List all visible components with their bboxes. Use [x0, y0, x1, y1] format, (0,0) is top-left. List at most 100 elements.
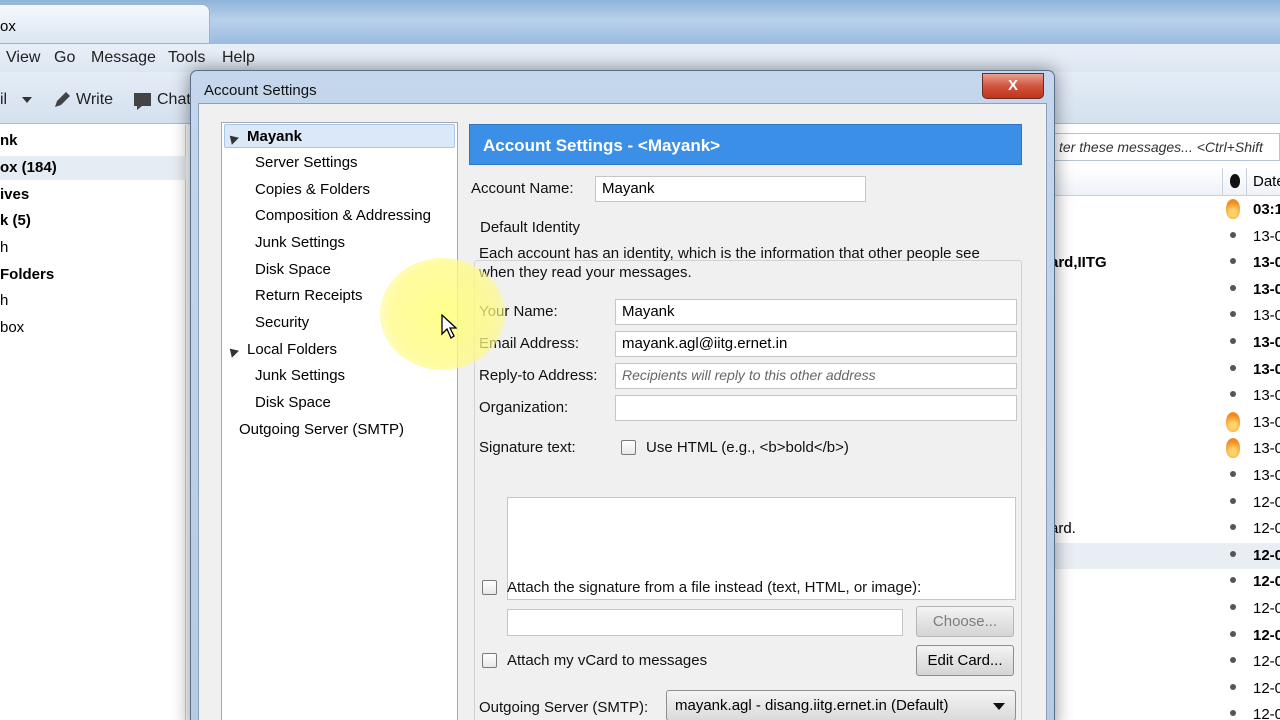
- read-status-dot-icon[interactable]: [1230, 630, 1236, 637]
- tree-item-composition-addressing[interactable]: Composition & Addressing: [255, 204, 431, 228]
- read-status-dot-icon[interactable]: [1230, 284, 1236, 291]
- message-row[interactable]: 03:1: [1050, 197, 1280, 224]
- tree-item-server-settings[interactable]: Server Settings: [255, 151, 358, 175]
- account-name-input[interactable]: Mayank: [595, 176, 866, 202]
- tree-item-outgoing-server[interactable]: Outgoing Server (SMTP): [239, 418, 404, 442]
- tree-item-local-junk-settings[interactable]: Junk Settings: [255, 364, 345, 388]
- read-status-dot-icon[interactable]: [1230, 657, 1236, 664]
- use-html-checkbox[interactable]: [621, 440, 636, 455]
- folder-archives[interactable]: ives: [0, 186, 29, 203]
- menu-view[interactable]: View: [6, 49, 40, 67]
- edit-card-button[interactable]: Edit Card...: [916, 645, 1014, 676]
- outgoing-server-value: mayank.agl - disang.iitg.ernet.in (Defau…: [675, 697, 949, 714]
- tree-item-disk-space[interactable]: Disk Space: [255, 258, 331, 282]
- folder-local-folders[interactable]: Folders: [0, 266, 54, 283]
- read-status-dot-icon[interactable]: [1230, 524, 1236, 531]
- message-row[interactable]: 12-0: [1050, 649, 1280, 676]
- folder-junk[interactable]: k (5): [0, 212, 31, 229]
- junk-flame-icon[interactable]: [1226, 438, 1240, 459]
- tree-item-copies-folders[interactable]: Copies & Folders: [255, 178, 370, 202]
- message-row[interactable]: 13-0: [1050, 303, 1280, 330]
- read-status-dot-icon[interactable]: [1230, 550, 1236, 557]
- message-date: 12-0: [1253, 626, 1280, 644]
- menu-tools[interactable]: Tools: [168, 49, 205, 67]
- message-row[interactable]: 13-0: [1050, 410, 1280, 437]
- reply-to-input[interactable]: Recipients will reply to this other addr…: [615, 363, 1017, 389]
- message-row[interactable]: ard,IITG 13-0: [1050, 250, 1280, 277]
- organization-input[interactable]: [615, 395, 1017, 421]
- attach-vcard-checkbox[interactable]: [482, 653, 497, 668]
- expand-arrow-icon[interactable]: [226, 132, 239, 145]
- tree-item-local-folders[interactable]: Local Folders: [226, 338, 337, 362]
- close-button[interactable]: X: [982, 73, 1044, 99]
- message-row[interactable]: 12-0: [1050, 542, 1280, 570]
- menu-message[interactable]: Message: [91, 49, 156, 67]
- read-status-dot-icon[interactable]: [1230, 577, 1236, 584]
- tree-item-mayank[interactable]: Mayank: [224, 124, 455, 148]
- read-status-dot-icon[interactable]: [1230, 391, 1236, 398]
- message-row[interactable]: 13-0: [1050, 224, 1280, 251]
- tree-item-return-receipts[interactable]: Return Receipts: [255, 284, 363, 308]
- read-status-dot-icon[interactable]: [1230, 258, 1236, 265]
- folder-account[interactable]: nk: [0, 132, 18, 149]
- tree-item-security[interactable]: Security: [255, 311, 309, 335]
- message-row[interactable]: 12-0: [1050, 623, 1280, 650]
- folder-trash[interactable]: h: [0, 239, 8, 256]
- inbox-tab-label: ox: [0, 18, 16, 35]
- message-row[interactable]: ard. 12-0: [1050, 516, 1280, 543]
- read-status-dot-icon[interactable]: [1230, 710, 1236, 717]
- settings-header-title: Account Settings - <Mayank>: [483, 136, 721, 155]
- read-status-dot-icon[interactable]: [1230, 311, 1236, 318]
- folder-inbox[interactable]: ox (184): [0, 159, 57, 176]
- read-status-dot-icon[interactable]: [1230, 471, 1236, 477]
- message-row[interactable]: 12-0: [1050, 569, 1280, 596]
- message-row[interactable]: 13-0: [1050, 436, 1280, 463]
- attach-signature-checkbox[interactable]: [482, 580, 497, 595]
- read-status-dot-icon[interactable]: [1230, 497, 1236, 504]
- default-identity-legend: Default Identity: [478, 219, 583, 236]
- junk-flame-icon[interactable]: [1226, 199, 1240, 219]
- message-row[interactable]: 12-0: [1050, 676, 1280, 703]
- expand-arrow-icon[interactable]: [226, 345, 239, 358]
- menu-go[interactable]: Go: [54, 49, 75, 67]
- message-row[interactable]: 13-0: [1050, 277, 1280, 304]
- tree-item-local-disk-space[interactable]: Disk Space: [255, 391, 331, 415]
- read-status-dot-icon[interactable]: [1230, 604, 1236, 610]
- read-status-dot-icon[interactable]: [1230, 338, 1236, 344]
- get-mail-dropdown-icon[interactable]: [22, 97, 32, 103]
- chat-button[interactable]: Chat: [157, 91, 191, 109]
- message-row[interactable]: 13-0: [1050, 330, 1280, 357]
- inbox-tab[interactable]: ox: [0, 4, 210, 44]
- read-status-dot-icon[interactable]: [1230, 364, 1236, 371]
- your-name-input[interactable]: Mayank: [615, 299, 1017, 325]
- tree-item-junk-settings[interactable]: Junk Settings: [255, 231, 345, 255]
- date-column-header[interactable]: Date: [1253, 173, 1280, 190]
- folder-local-trash[interactable]: h: [0, 292, 8, 309]
- junk-column-icon[interactable]: [1230, 174, 1240, 188]
- get-mail-button[interactable]: il: [0, 91, 7, 109]
- choose-file-button[interactable]: Choose...: [916, 606, 1014, 637]
- message-date: 13-0: [1253, 334, 1280, 351]
- message-date: 12-0: [1253, 653, 1280, 671]
- read-status-dot-icon[interactable]: [1230, 683, 1236, 690]
- chat-icon: [133, 91, 153, 115]
- folder-outbox[interactable]: box: [0, 319, 24, 336]
- junk-flame-icon[interactable]: [1226, 411, 1240, 432]
- message-row[interactable]: 12-0: [1050, 702, 1280, 720]
- message-row[interactable]: 13-0: [1050, 383, 1280, 410]
- quick-filter-input[interactable]: ter these messages... <Ctrl+Shift: [1050, 133, 1280, 161]
- dialog-title: Account Settings: [204, 82, 317, 99]
- read-status-dot-icon[interactable]: [1230, 231, 1236, 238]
- message-row[interactable]: 12-0: [1050, 490, 1280, 517]
- write-button[interactable]: Write: [76, 91, 113, 109]
- use-html-label: Use HTML (e.g., <b>bold</b>): [646, 439, 849, 456]
- signature-file-input[interactable]: [507, 609, 903, 636]
- email-address-input[interactable]: mayank.agl@iitg.ernet.in: [615, 331, 1017, 357]
- message-row[interactable]: 12-0: [1050, 596, 1280, 623]
- pencil-icon: [52, 90, 72, 114]
- message-row[interactable]: 13-0: [1050, 463, 1280, 490]
- message-date: 12-0: [1253, 573, 1280, 591]
- menu-help[interactable]: Help: [222, 49, 255, 67]
- outgoing-server-select[interactable]: mayank.agl - disang.iitg.ernet.in (Defau…: [666, 690, 1016, 720]
- message-row[interactable]: 13-0: [1050, 357, 1280, 384]
